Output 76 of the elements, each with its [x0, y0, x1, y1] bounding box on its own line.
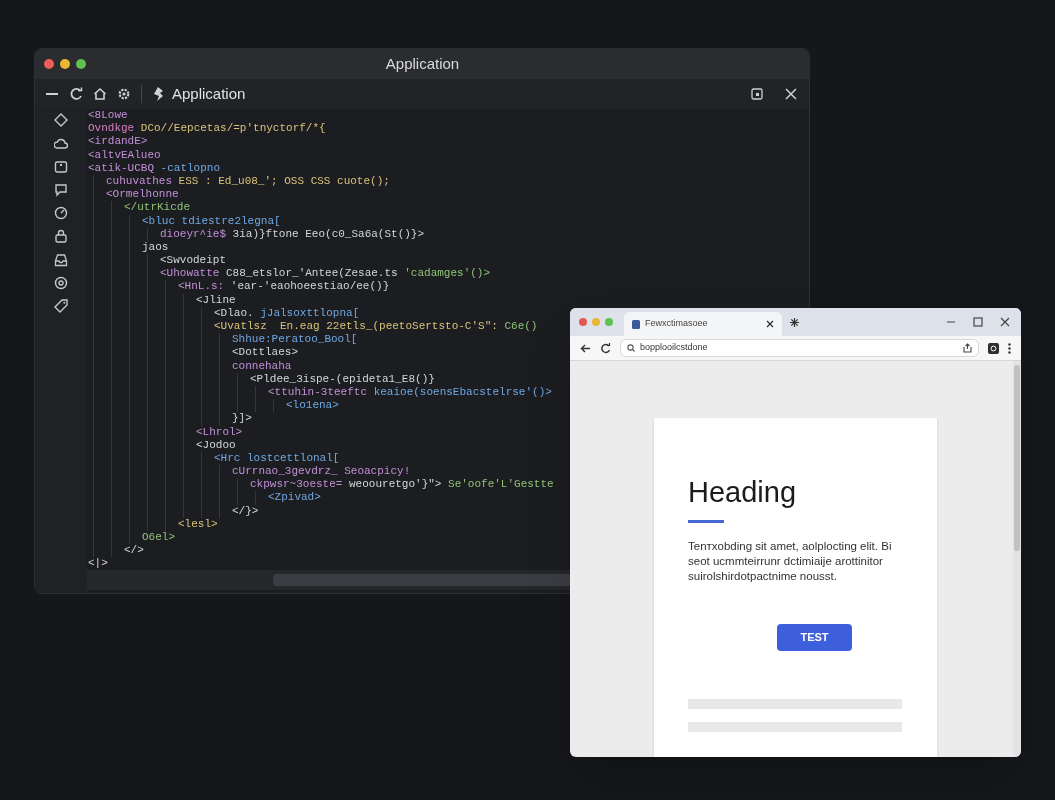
code-line: </}>	[232, 504, 259, 518]
code-line: <Hrc lostcettlonal[	[214, 451, 340, 466]
close-icon[interactable]	[1000, 317, 1010, 327]
code-line: <irdandE>	[88, 135, 148, 149]
code-line: <Dlao. jJalsoxttlopna[	[214, 306, 360, 320]
code-line: <Zpivad>	[268, 491, 321, 505]
code-line: <8Lowe	[88, 109, 128, 123]
reload-icon[interactable]	[600, 342, 611, 354]
code-line: <Jline	[196, 293, 236, 307]
scroll-bar[interactable]	[87, 570, 571, 590]
code-line: cuhuvathes ESS : Ed_u08_'; OSS CSS cuote();	[106, 174, 390, 189]
share-icon[interactable]	[963, 343, 972, 353]
code-line: <Jodoo	[196, 438, 236, 452]
close-button[interactable]	[579, 318, 587, 326]
code-line: <Swvodeipt	[160, 254, 226, 268]
close-button[interactable]	[44, 59, 54, 69]
target-icon[interactable]	[54, 276, 68, 291]
page-icon	[632, 319, 640, 329]
code-line: <Dottlaes>	[232, 346, 298, 360]
paragraph: Tenтxobding sit amet, aolplocting elit. Bi seot ucmmteirrunr dctimiaije arottinitor suirolshirdotpactnime nousst.	[688, 539, 893, 584]
logo-icon	[152, 87, 164, 101]
menu-icon[interactable]	[1008, 342, 1011, 354]
code-line: jaos	[142, 240, 169, 255]
code-line: <altvEAlueo	[88, 148, 161, 162]
accent-line	[688, 520, 724, 523]
tag-icon[interactable]	[54, 299, 68, 314]
code-line: <Lhrol>	[196, 425, 243, 439]
settings-icon[interactable]	[117, 87, 131, 101]
scroll-thumb[interactable]	[1014, 365, 1020, 551]
browser-tab[interactable]: Fewxctimasoee	[624, 312, 782, 336]
code-line: <lo1ena>	[286, 399, 339, 413]
maximize-button[interactable]	[76, 59, 86, 69]
extension-icon[interactable]	[988, 342, 999, 354]
close-icon[interactable]	[766, 320, 774, 328]
code-line: dioeyr^ie$ 3ia)}ftone Eeo(c0_Sa6a(St()}>	[160, 227, 425, 241]
scroll-thumb[interactable]	[273, 574, 571, 586]
code-line: O6el>	[142, 531, 175, 545]
heading: Heading	[688, 476, 798, 508]
tray-icon[interactable]	[54, 252, 68, 267]
code-line: ckpwsr~3oeste= weoouretgo'}"> Se'oofe'L'Gestte	[250, 478, 554, 492]
code-line: <HnL.s: 'ear-'eaohoeestiao/ee()}	[178, 280, 390, 294]
lock-icon[interactable]	[54, 229, 68, 244]
code-line: Shhue:Peratoo_Bool[	[232, 333, 358, 347]
code-line: Ovndkge DCo//Eepcetas/=p'tnyctorf/*{	[88, 122, 326, 136]
home-icon[interactable]	[93, 87, 107, 101]
tab-title: Fewxctimasoee	[645, 317, 709, 331]
code-line: <Uvatlsz En.eag 22etls_(peetoSertsto-C'S": C6e()	[214, 320, 538, 334]
code-line: <|>	[88, 557, 108, 570]
code-line: <ttuhin-3teeftc keaioe(soensEbacstelrse'()>	[268, 385, 552, 400]
back-icon[interactable]	[580, 342, 591, 354]
window-icon[interactable]	[751, 88, 763, 100]
code-line: <lesl>	[178, 517, 218, 531]
code-line: <Ormelhonne	[106, 188, 179, 202]
code-line: connehaha	[232, 359, 292, 373]
code-line: <atik-UCBQ -catlopno	[88, 161, 221, 175]
gauge-icon[interactable]	[54, 206, 68, 221]
cloud-icon[interactable]	[54, 136, 68, 151]
window-title: Application	[385, 53, 460, 74]
maximize-icon[interactable]	[973, 317, 983, 327]
code-line: }]>	[232, 412, 252, 426]
search-icon	[627, 344, 635, 352]
code-line: <Uhowatte C88_etslor_'Antee(Zesae.ts 'cadamges'()>	[160, 267, 491, 281]
url-field[interactable]: bopplooilcstdone	[620, 339, 979, 357]
code-line: <Pldee_3ispe-(epideta1_E8()}	[250, 372, 435, 386]
scroll-bar[interactable]	[1013, 361, 1021, 757]
test-button[interactable]: TEST	[777, 624, 852, 651]
app-title: Application	[172, 83, 246, 104]
sparkle-icon[interactable]	[790, 317, 799, 327]
minimize-button[interactable]	[60, 59, 70, 69]
chat-icon[interactable]	[54, 182, 68, 197]
diamond-icon[interactable]	[54, 113, 68, 127]
code-line: </>	[124, 544, 144, 558]
code-line: cUrrnao_3gevdrz_ Seoacpicy!	[232, 465, 411, 479]
code-line: <bluc tdiestre2legna[	[142, 214, 281, 228]
code-line: </utrKicde	[124, 201, 190, 215]
square-icon[interactable]	[54, 159, 68, 174]
